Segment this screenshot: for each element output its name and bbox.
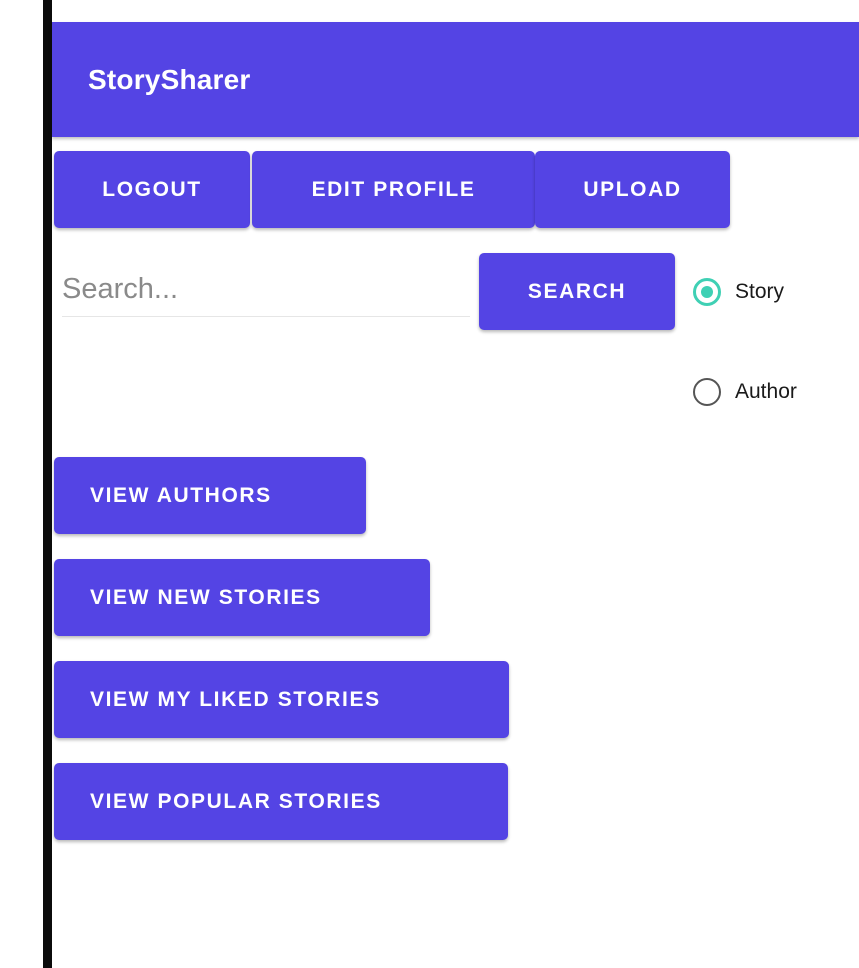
app-title: StorySharer: [88, 64, 251, 95]
logout-button[interactable]: LOGOUT: [54, 151, 250, 228]
view-new-stories-button[interactable]: VIEW NEW STORIES: [54, 559, 430, 636]
frame-top-margin: [0, 0, 859, 22]
radio-unselected-icon: [693, 378, 721, 406]
frame-left-margin: [0, 0, 45, 968]
view-popular-stories-button[interactable]: VIEW POPULAR STORIES: [54, 763, 508, 840]
radio-author-label: Author: [735, 380, 797, 403]
radio-selected-icon: [693, 278, 721, 306]
app-bar: StorySharer: [52, 22, 859, 137]
view-liked-stories-button[interactable]: VIEW MY LIKED STORIES: [54, 661, 509, 738]
radio-story[interactable]: Story: [693, 278, 784, 306]
device-frame-edge: [43, 0, 52, 968]
radio-author[interactable]: Author: [693, 378, 797, 406]
edit-profile-button[interactable]: EDIT PROFILE: [252, 151, 535, 228]
view-authors-button[interactable]: VIEW AUTHORS: [54, 457, 366, 534]
upload-button[interactable]: UPLOAD: [535, 151, 730, 228]
search-button[interactable]: SEARCH: [479, 253, 675, 330]
radio-story-label: Story: [735, 280, 785, 303]
search-input[interactable]: [62, 262, 470, 317]
